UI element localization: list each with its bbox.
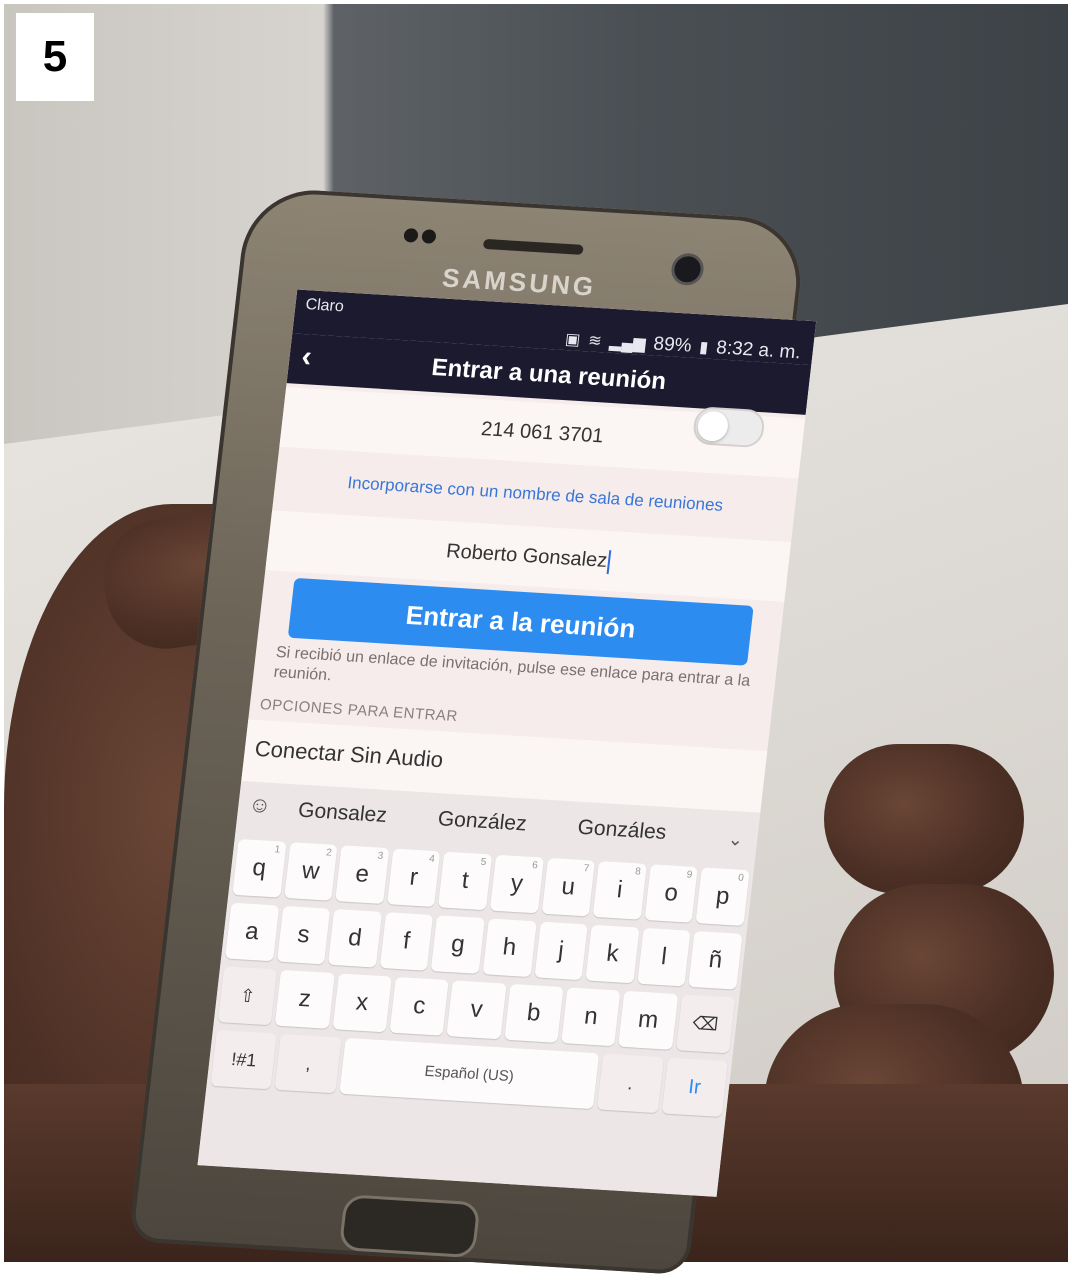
key-f[interactable]: f	[379, 912, 434, 971]
chevron-down-icon[interactable]: ⌄	[727, 829, 744, 851]
key-x[interactable]: x	[332, 973, 392, 1033]
no-audio-label: Conectar Sin Audio	[253, 735, 445, 773]
phone-body: SAMSUNG Claro ▣ ≋ ▂▄▆ 89% ▮ 8:32 a. m. ‹…	[128, 186, 817, 1276]
suggestion-1[interactable]: Gonsalez	[297, 799, 388, 828]
key-t[interactable]: 5t	[438, 851, 493, 911]
earpiece-speaker	[482, 238, 584, 255]
sensor-dots	[403, 227, 445, 248]
no-audio-toggle[interactable]	[691, 406, 766, 449]
key-v[interactable]: v	[446, 980, 507, 1040]
key-i[interactable]: 8i	[592, 861, 647, 920]
key-r[interactable]: 4r	[386, 848, 441, 908]
key-m[interactable]: m	[618, 990, 678, 1050]
key-g[interactable]: g	[431, 915, 485, 974]
shift-key[interactable]: ⇧	[217, 966, 278, 1026]
key-w[interactable]: 2w	[283, 842, 338, 901]
suggestion-2[interactable]: González	[437, 807, 528, 836]
battery-icon: ▮	[698, 339, 710, 357]
go-key[interactable]: Ir	[661, 1057, 728, 1117]
key-n[interactable]: n	[561, 987, 621, 1047]
signal-icon: ▂▄▆	[608, 333, 647, 353]
home-button[interactable]	[338, 1194, 481, 1259]
key-s[interactable]: s	[276, 905, 331, 965]
carrier-label: Claro	[304, 296, 345, 316]
key-b[interactable]: b	[503, 983, 564, 1043]
key-c[interactable]: c	[389, 976, 450, 1036]
period-key[interactable]: .	[596, 1053, 664, 1114]
key-y[interactable]: 6y	[489, 854, 544, 914]
key-j[interactable]: j	[534, 921, 588, 981]
key-z[interactable]: z	[275, 969, 335, 1029]
phone-wrap: SAMSUNG Claro ▣ ≋ ▂▄▆ 89% ▮ 8:32 a. m. ‹…	[89, 184, 968, 1285]
options-header: OPCIONES PARA ENTRAR	[259, 696, 459, 726]
comma-key[interactable]: ,	[274, 1033, 342, 1094]
step-badge: 5	[16, 13, 94, 101]
battery-percent: 89%	[652, 333, 693, 357]
key-q[interactable]: 1q	[232, 838, 287, 898]
key-h[interactable]: h	[482, 918, 537, 978]
display-name-value: Roberto Gonsalez	[444, 540, 609, 572]
backspace-key[interactable]: ⌫	[675, 994, 736, 1054]
key-u[interactable]: 7u	[541, 857, 596, 917]
sim-icon: ▣	[564, 331, 582, 349]
space-key[interactable]: Español (US)	[339, 1037, 600, 1110]
key-l[interactable]: l	[637, 927, 691, 987]
key-k[interactable]: k	[585, 924, 640, 984]
suggestion-3[interactable]: Gonzáles	[576, 816, 667, 845]
symbols-key[interactable]: !#1	[210, 1030, 278, 1090]
phone-screen: Claro ▣ ≋ ▂▄▆ 89% ▮ 8:32 a. m. ‹ Entrar …	[197, 289, 817, 1197]
emoji-icon[interactable]: ☺	[247, 792, 272, 819]
key-p[interactable]: 0p	[695, 867, 750, 926]
key-o[interactable]: 9o	[644, 864, 699, 923]
toggle-knob	[696, 410, 730, 443]
key-e[interactable]: 3e	[335, 845, 390, 904]
key-a[interactable]: a	[225, 902, 279, 962]
key-d[interactable]: d	[328, 908, 382, 968]
on-screen-keyboard: ☺ Gonsalez González Gonzáles ⌄ 1q2w3e4r5…	[197, 781, 761, 1197]
wifi-icon: ≋	[587, 332, 603, 351]
key-ñ[interactable]: ñ	[688, 931, 743, 990]
